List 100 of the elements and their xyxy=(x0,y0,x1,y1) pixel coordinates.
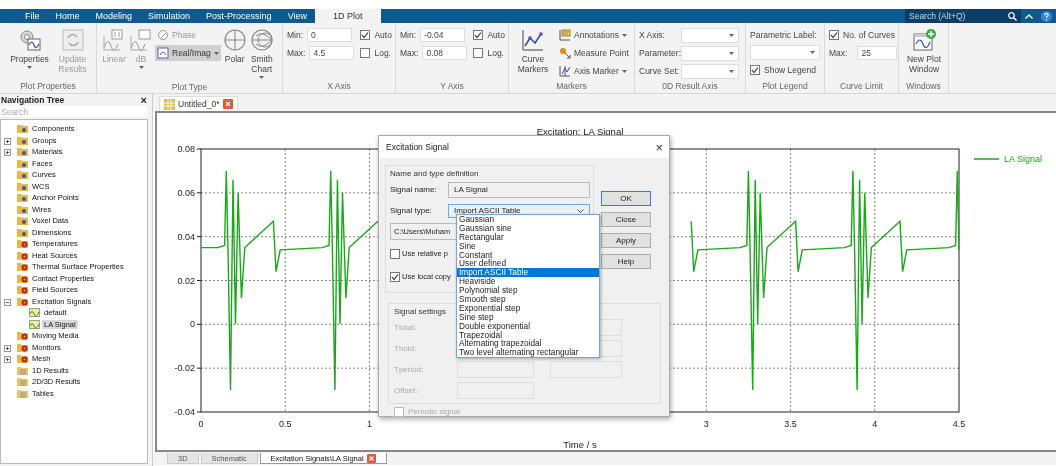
close-button[interactable]: × xyxy=(655,139,663,155)
dropdown-option[interactable]: User defined xyxy=(457,259,599,269)
dropdown-option[interactable]: Two level alternating rectangular xyxy=(457,348,599,358)
menu-tab[interactable]: Modeling xyxy=(87,9,141,23)
close-icon[interactable] xyxy=(222,99,233,109)
y-tick-label: -0.04 xyxy=(174,407,195,417)
expand-icon[interactable] xyxy=(4,356,11,363)
group-label: Plot Properties xyxy=(19,80,77,93)
panel-title: Navigation Tree xyxy=(1,94,65,105)
menu-tab[interactable]: File xyxy=(17,9,48,23)
folder-gear-icon xyxy=(17,285,28,295)
curve-markers-icon xyxy=(521,28,545,52)
ribbon-button[interactable]: Properties xyxy=(7,27,52,70)
x-tick-label: 4 xyxy=(872,419,878,429)
checkbox[interactable] xyxy=(360,30,371,40)
y-tick-label: 0.04 xyxy=(177,231,195,242)
dropdown-option[interactable]: Alternating trapezoidal xyxy=(457,339,599,349)
dropdown-option[interactable]: Double exponential xyxy=(457,321,599,331)
dropdown-option[interactable]: Smooth step xyxy=(457,295,599,304)
group-label: Plot Type xyxy=(170,80,209,93)
expand-icon[interactable] xyxy=(4,137,11,145)
ribbon-button[interactable]: Axis Marker xyxy=(557,63,631,79)
search-field[interactable]: Search (Alt+Q) xyxy=(905,9,1004,23)
annotation-icon xyxy=(559,29,571,41)
signal-icon xyxy=(29,308,40,318)
dropdown-option[interactable]: Sine step xyxy=(457,312,599,322)
menu-tab[interactable]: Simulation xyxy=(140,9,199,23)
folder-icon xyxy=(17,135,28,145)
menu-tab[interactable]: 1D Plot xyxy=(315,9,381,23)
value-field[interactable]: 4.5 xyxy=(309,46,355,60)
legend-label: LA Signal xyxy=(1004,154,1043,164)
collapse-icon[interactable] xyxy=(4,298,11,306)
field-label: Min: xyxy=(400,30,417,40)
checkbox[interactable] xyxy=(473,30,484,40)
ribbon-button[interactable]: Annotations xyxy=(557,27,631,43)
field-label: Max: xyxy=(400,48,419,58)
signal-icon xyxy=(29,319,40,329)
folder-gear-icon xyxy=(17,331,28,341)
value-field[interactable]: 25 xyxy=(857,46,898,60)
checkbox-label: Log. xyxy=(487,48,504,58)
checkbox-label: Auto xyxy=(487,30,505,40)
value-field[interactable]: -0.04 xyxy=(420,28,466,42)
dialog-button[interactable]: Apply xyxy=(601,233,651,248)
ribbon-button[interactable]: Smith Chart xyxy=(248,27,275,80)
y-tick-label: -0.02 xyxy=(174,363,195,374)
ribbon-button[interactable]: Polar xyxy=(221,27,248,65)
name-field[interactable]: LA Signal xyxy=(448,181,590,198)
polar-chart-icon xyxy=(222,28,247,52)
folder-gear-icon xyxy=(17,273,28,283)
folder-gear-icon xyxy=(17,354,28,364)
dropdown-option[interactable]: Constant xyxy=(457,250,599,260)
dropdown-field[interactable] xyxy=(681,45,739,61)
dropdown-option[interactable]: Trapezoidal xyxy=(457,330,599,340)
phase-icon xyxy=(157,29,169,41)
dropdown-field[interactable] xyxy=(681,27,739,43)
ribbon-button[interactable]: New Plot Window xyxy=(903,27,945,75)
dropdown-option[interactable]: Import ASCII Table xyxy=(457,268,599,278)
checkbox[interactable] xyxy=(750,65,760,75)
close-icon[interactable] xyxy=(366,453,376,463)
caret-icon xyxy=(729,33,734,37)
x-tick-label: 1 xyxy=(366,419,372,429)
document-tab[interactable]: Untitled_0* xyxy=(159,96,238,111)
value-field[interactable]: 0 xyxy=(307,28,353,42)
ribbon-button[interactable]: Real/Imag xyxy=(155,45,221,61)
field-label: Ttotal: xyxy=(394,323,418,332)
dialog-button[interactable]: Help xyxy=(601,254,651,269)
help-icon[interactable] xyxy=(1041,10,1052,22)
dialog-button[interactable]: OK xyxy=(601,191,651,206)
close-button[interactable]: × xyxy=(140,93,147,106)
x-tick-label: 4.5 xyxy=(952,419,966,429)
folder-icon xyxy=(17,181,28,191)
dropdown-field[interactable] xyxy=(750,45,820,60)
dropdown-option[interactable]: Sine xyxy=(457,241,599,251)
folder-icon xyxy=(17,193,28,203)
dropdown-option[interactable]: Exponential step xyxy=(457,303,599,313)
disabled-field xyxy=(550,361,622,378)
search-icon[interactable] xyxy=(1008,11,1017,21)
menu-tab[interactable]: View xyxy=(279,9,315,23)
expand-icon[interactable] xyxy=(4,149,11,156)
ribbon-button[interactable]: Curve Markers xyxy=(513,27,553,75)
dropdown-option[interactable]: Gaussian xyxy=(457,215,599,224)
dropdown-option[interactable]: Heaviside xyxy=(457,277,599,287)
dropdown-field[interactable] xyxy=(681,63,739,79)
field-label: Curve Set: xyxy=(639,66,677,76)
checkbox[interactable] xyxy=(360,48,371,58)
menu-tab[interactable]: Post-Processing xyxy=(198,9,280,23)
value-field[interactable]: 0.08 xyxy=(422,46,468,60)
field-label: Thold: xyxy=(394,344,418,353)
ribbon-button[interactable]: Measure Point xyxy=(557,45,631,61)
expand-icon[interactable] xyxy=(4,344,11,352)
checkbox-label: Auto xyxy=(374,30,392,40)
checkbox[interactable] xyxy=(390,271,400,282)
x-tick-label: 3 xyxy=(703,419,709,429)
checkbox[interactable] xyxy=(473,48,484,58)
dialog-button[interactable]: Close xyxy=(601,212,651,227)
dropdown-option[interactable]: Polynomial step xyxy=(457,286,599,295)
checkbox[interactable] xyxy=(390,248,400,259)
folder-icon xyxy=(17,147,28,157)
menu-tab[interactable]: Home xyxy=(47,9,88,23)
checkbox[interactable] xyxy=(829,30,839,40)
